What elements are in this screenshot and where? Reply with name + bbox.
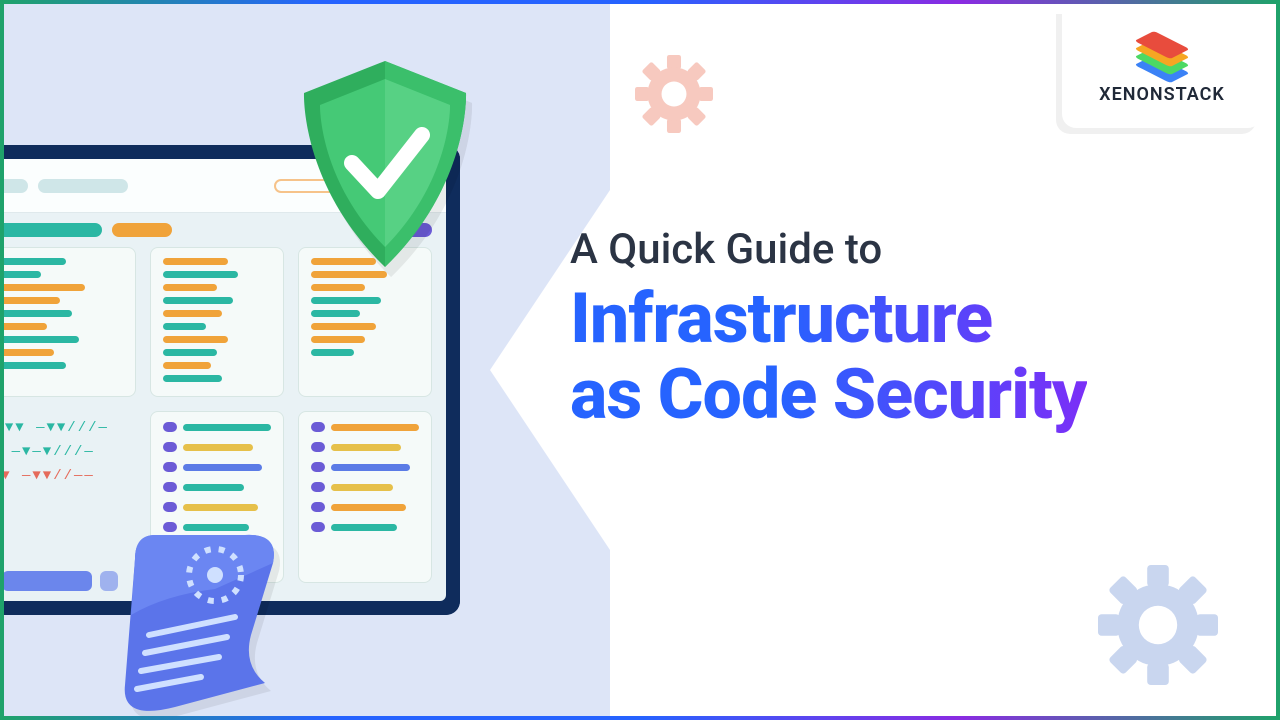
report-scroll-icon xyxy=(115,525,305,720)
headline-title: Infrastructure as Code Security xyxy=(570,282,1087,433)
brand-logo-card: XENONSTACK xyxy=(1062,8,1262,128)
brand-name: XENONSTACK xyxy=(1099,84,1225,105)
headline-kicker: A Quick Guide to xyxy=(570,225,1087,274)
stack-layers-icon xyxy=(1134,32,1190,78)
list-card xyxy=(298,411,432,583)
code-card xyxy=(150,247,284,397)
shield-check-icon xyxy=(290,55,480,275)
headline-block: A Quick Guide to Infrastructure as Code … xyxy=(570,225,1087,433)
headline-title-line2: as Code Security xyxy=(570,354,1087,436)
gear-icon xyxy=(635,55,713,133)
code-card xyxy=(0,247,136,397)
headline-title-line1: Infrastructure xyxy=(570,278,992,360)
window-footer xyxy=(0,571,118,591)
symbol-rows: ∨∨ ▼▼ —▼▼///— —▼— —▼—▼///— —— ▼ —▼▼//—— xyxy=(0,411,136,492)
gear-icon xyxy=(1098,565,1218,685)
